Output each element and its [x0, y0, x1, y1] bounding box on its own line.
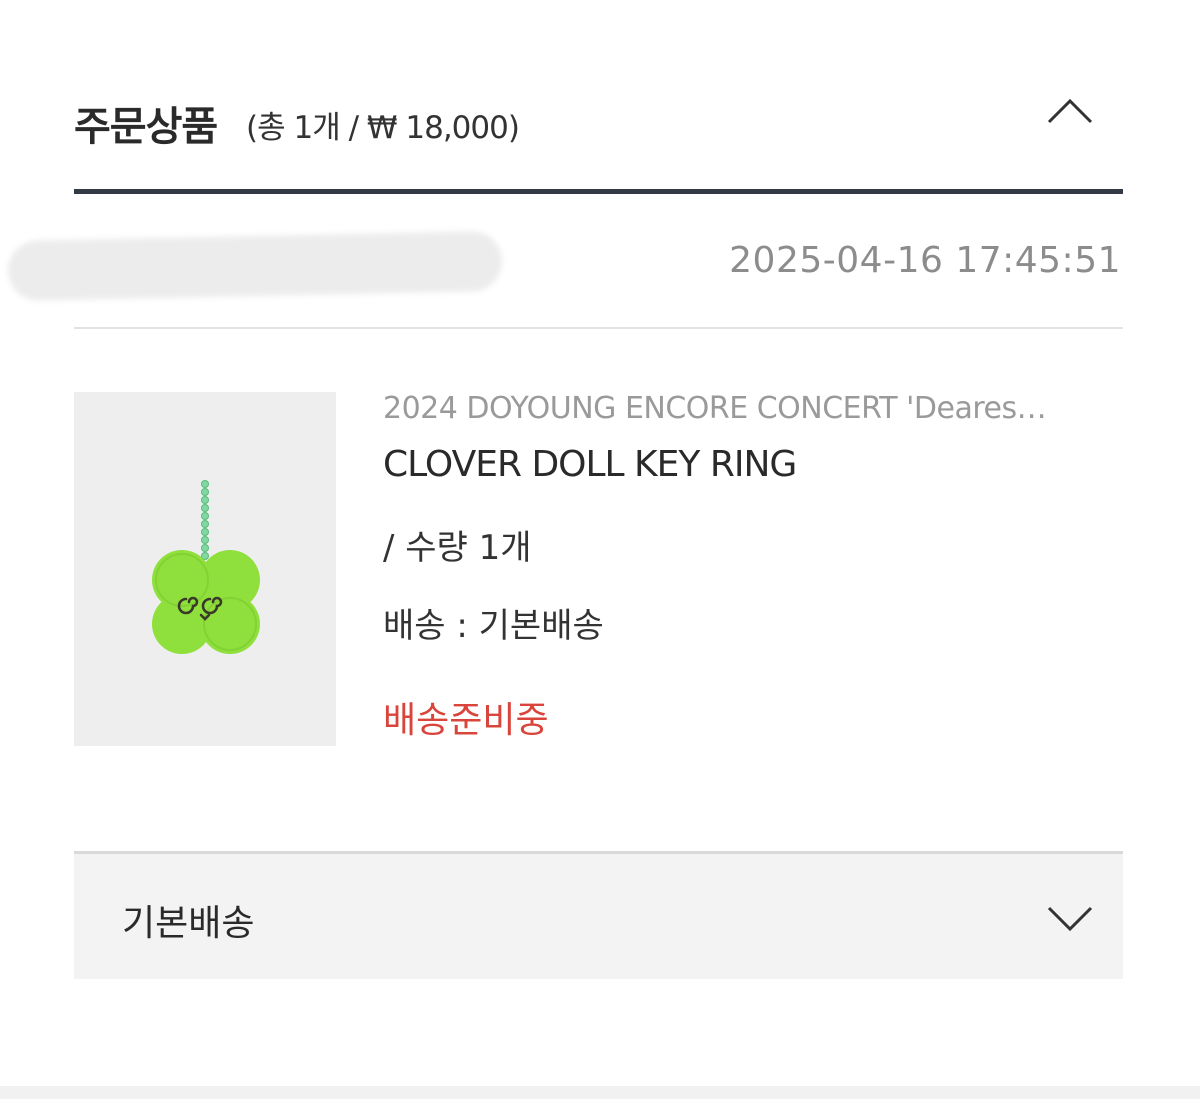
status-badge: 배송준비중 [383, 700, 549, 741]
header-divider [74, 189, 1123, 194]
divider [74, 327, 1123, 329]
redacted-order-number [7, 230, 503, 302]
chevron-down-icon [1047, 906, 1093, 932]
order-date: 2025-04-16 17:45:51 [729, 240, 1121, 281]
delivery-accordion[interactable]: 기본배송 [74, 851, 1123, 979]
order-summary: (총 1개 / ₩ 18,000) [246, 110, 520, 146]
clover-keyring-image [152, 480, 260, 654]
footer-divider [0, 1086, 1200, 1099]
product-details: 2024 DOYOUNG ENCORE CONCERT 'Deares… CLO… [383, 388, 1123, 744]
order-items-header: 주문상품 (총 1개 / ₩ 18,000) [74, 82, 1123, 170]
product-image[interactable] [74, 392, 336, 746]
product-series: 2024 DOYOUNG ENCORE CONCERT 'Deares… [383, 391, 1047, 426]
delivery-label: 기본배송 [122, 903, 255, 944]
product-name[interactable]: CLOVER DOLL KEY RING [383, 442, 1123, 488]
expand-button[interactable] [1045, 898, 1095, 938]
collapse-button[interactable] [1045, 92, 1095, 132]
product-quantity: / 수량 1개 [383, 528, 532, 568]
section-title: 주문상품 [74, 104, 218, 150]
product-shipping: 배송 : 기본배송 [383, 606, 604, 646]
chevron-up-icon [1047, 98, 1093, 124]
